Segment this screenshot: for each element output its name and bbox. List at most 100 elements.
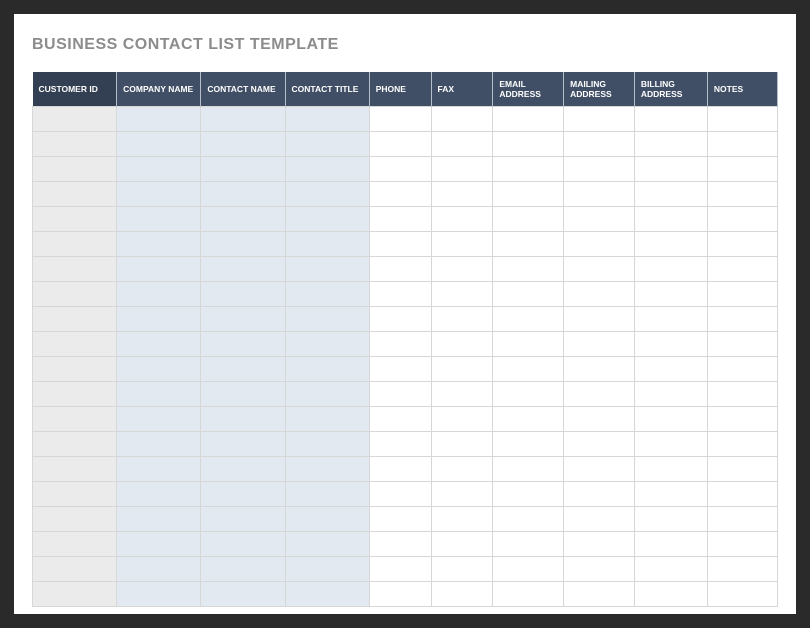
table-cell[interactable] (493, 206, 564, 231)
table-cell[interactable] (285, 131, 369, 156)
table-cell[interactable] (564, 431, 635, 456)
table-cell[interactable] (707, 306, 777, 331)
table-cell[interactable] (707, 356, 777, 381)
table-cell[interactable] (117, 581, 201, 606)
table-cell[interactable] (117, 431, 201, 456)
table-cell[interactable] (117, 156, 201, 181)
table-cell[interactable] (634, 431, 707, 456)
table-cell[interactable] (431, 306, 493, 331)
table-cell[interactable] (369, 306, 431, 331)
table-cell[interactable] (369, 406, 431, 431)
table-cell[interactable] (564, 331, 635, 356)
table-cell[interactable] (431, 456, 493, 481)
table-cell[interactable] (285, 106, 369, 131)
table-cell[interactable] (117, 231, 201, 256)
table-cell[interactable] (33, 106, 117, 131)
table-cell[interactable] (634, 106, 707, 131)
table-cell[interactable] (564, 531, 635, 556)
table-cell[interactable] (285, 531, 369, 556)
table-cell[interactable] (564, 581, 635, 606)
table-cell[interactable] (117, 506, 201, 531)
table-cell[interactable] (564, 156, 635, 181)
table-cell[interactable] (493, 506, 564, 531)
table-cell[interactable] (369, 156, 431, 181)
table-cell[interactable] (431, 106, 493, 131)
table-cell[interactable] (117, 531, 201, 556)
table-cell[interactable] (201, 206, 285, 231)
table-cell[interactable] (431, 131, 493, 156)
table-cell[interactable] (117, 206, 201, 231)
table-cell[interactable] (201, 256, 285, 281)
table-cell[interactable] (117, 356, 201, 381)
table-cell[interactable] (431, 531, 493, 556)
table-cell[interactable] (33, 181, 117, 206)
table-cell[interactable] (117, 281, 201, 306)
table-cell[interactable] (285, 431, 369, 456)
table-cell[interactable] (493, 331, 564, 356)
table-cell[interactable] (285, 256, 369, 281)
table-cell[interactable] (634, 306, 707, 331)
table-cell[interactable] (431, 181, 493, 206)
table-cell[interactable] (369, 331, 431, 356)
table-cell[interactable] (634, 381, 707, 406)
table-cell[interactable] (564, 131, 635, 156)
table-cell[interactable] (117, 456, 201, 481)
table-cell[interactable] (201, 231, 285, 256)
table-cell[interactable] (493, 256, 564, 281)
table-cell[interactable] (369, 481, 431, 506)
table-cell[interactable] (634, 256, 707, 281)
table-cell[interactable] (117, 106, 201, 131)
table-cell[interactable] (564, 406, 635, 431)
table-cell[interactable] (33, 231, 117, 256)
table-cell[interactable] (493, 581, 564, 606)
table-cell[interactable] (431, 156, 493, 181)
table-cell[interactable] (33, 556, 117, 581)
table-cell[interactable] (634, 131, 707, 156)
table-cell[interactable] (564, 381, 635, 406)
table-cell[interactable] (117, 306, 201, 331)
table-cell[interactable] (707, 331, 777, 356)
table-cell[interactable] (707, 181, 777, 206)
table-cell[interactable] (564, 181, 635, 206)
table-cell[interactable] (707, 106, 777, 131)
table-cell[interactable] (431, 406, 493, 431)
table-cell[interactable] (493, 181, 564, 206)
table-cell[interactable] (33, 506, 117, 531)
table-cell[interactable] (369, 456, 431, 481)
table-cell[interactable] (201, 381, 285, 406)
table-cell[interactable] (493, 231, 564, 256)
table-cell[interactable] (493, 556, 564, 581)
table-cell[interactable] (564, 556, 635, 581)
table-cell[interactable] (707, 531, 777, 556)
table-cell[interactable] (369, 281, 431, 306)
table-cell[interactable] (117, 181, 201, 206)
table-cell[interactable] (117, 256, 201, 281)
table-cell[interactable] (33, 481, 117, 506)
table-cell[interactable] (117, 406, 201, 431)
table-cell[interactable] (33, 256, 117, 281)
table-cell[interactable] (369, 581, 431, 606)
table-cell[interactable] (201, 531, 285, 556)
table-cell[interactable] (117, 331, 201, 356)
table-cell[interactable] (117, 481, 201, 506)
table-cell[interactable] (493, 431, 564, 456)
table-cell[interactable] (707, 256, 777, 281)
table-cell[interactable] (369, 181, 431, 206)
table-cell[interactable] (707, 506, 777, 531)
table-cell[interactable] (707, 381, 777, 406)
table-cell[interactable] (201, 581, 285, 606)
table-cell[interactable] (707, 406, 777, 431)
table-cell[interactable] (201, 306, 285, 331)
table-cell[interactable] (493, 306, 564, 331)
table-cell[interactable] (33, 131, 117, 156)
table-cell[interactable] (564, 506, 635, 531)
table-cell[interactable] (634, 556, 707, 581)
table-cell[interactable] (369, 506, 431, 531)
table-cell[interactable] (564, 256, 635, 281)
table-cell[interactable] (431, 481, 493, 506)
table-cell[interactable] (431, 506, 493, 531)
table-cell[interactable] (201, 131, 285, 156)
table-cell[interactable] (431, 206, 493, 231)
table-cell[interactable] (33, 431, 117, 456)
table-cell[interactable] (33, 381, 117, 406)
